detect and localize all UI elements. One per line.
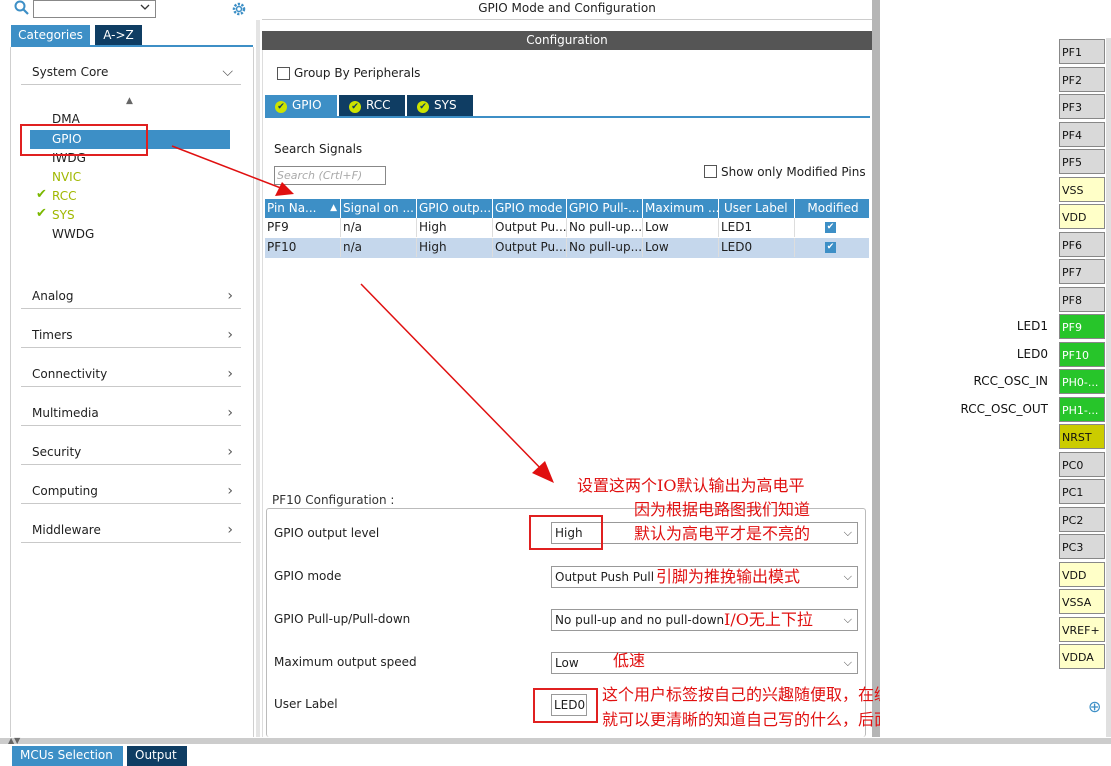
- pin[interactable]: PF2: [1059, 66, 1105, 92]
- pin-label: LED1: [1016, 319, 1048, 333]
- annotation-text: 低速: [613, 651, 646, 670]
- pin[interactable]: PF3: [1059, 94, 1105, 119]
- chip-edge: [1106, 38, 1111, 737]
- pin[interactable]: PH1-...: [1059, 396, 1105, 422]
- collapse-arrows-icon[interactable]: ▲▼: [8, 736, 20, 745]
- zoom-in-icon[interactable]: ⊕: [1088, 697, 1101, 716]
- pin[interactable]: PF9: [1059, 314, 1105, 339]
- pin[interactable]: PF7: [1059, 259, 1105, 284]
- pin[interactable]: PC0: [1059, 451, 1105, 477]
- pin-label: LED0: [1016, 346, 1048, 361]
- pin[interactable]: PF6: [1059, 231, 1105, 257]
- pin-label: RCC_OSC_IN: [973, 374, 1048, 388]
- pin[interactable]: PH0-...: [1059, 369, 1105, 394]
- pin[interactable]: VREF+: [1059, 616, 1105, 642]
- pin[interactable]: PF5: [1059, 149, 1105, 174]
- pin[interactable]: PC3: [1059, 534, 1105, 559]
- annotation-text: 默认为高电平才是不亮的: [634, 524, 811, 543]
- pin[interactable]: PF10: [1059, 341, 1105, 367]
- pin[interactable]: VDD: [1059, 204, 1105, 229]
- pin[interactable]: NRST: [1059, 424, 1105, 449]
- pin[interactable]: PF8: [1059, 286, 1105, 312]
- bottom-splitter[interactable]: [0, 738, 1111, 744]
- annotation-text: 设置这两个IO默认输出为高电平: [577, 476, 805, 495]
- pin[interactable]: PC2: [1059, 506, 1105, 532]
- annotation-text: 因为根据电路图我们知道: [634, 500, 811, 519]
- pin[interactable]: VSS: [1059, 176, 1105, 202]
- pin[interactable]: PF4: [1059, 121, 1105, 147]
- annotation-text: I/O无上下拉: [724, 610, 813, 629]
- tab-mcus-selection[interactable]: MCUs Selection: [12, 746, 123, 766]
- annotation-text: 引脚为推挽输出模式: [656, 567, 801, 586]
- pin[interactable]: PF1: [1059, 39, 1105, 64]
- pin[interactable]: VSSA: [1059, 589, 1105, 614]
- pin-label: RCC_OSC_OUT: [960, 401, 1049, 416]
- pin[interactable]: VDDA: [1059, 644, 1105, 669]
- pin[interactable]: VDD: [1059, 561, 1105, 587]
- tab-output[interactable]: Output: [127, 746, 187, 766]
- pin[interactable]: PC1: [1059, 479, 1105, 504]
